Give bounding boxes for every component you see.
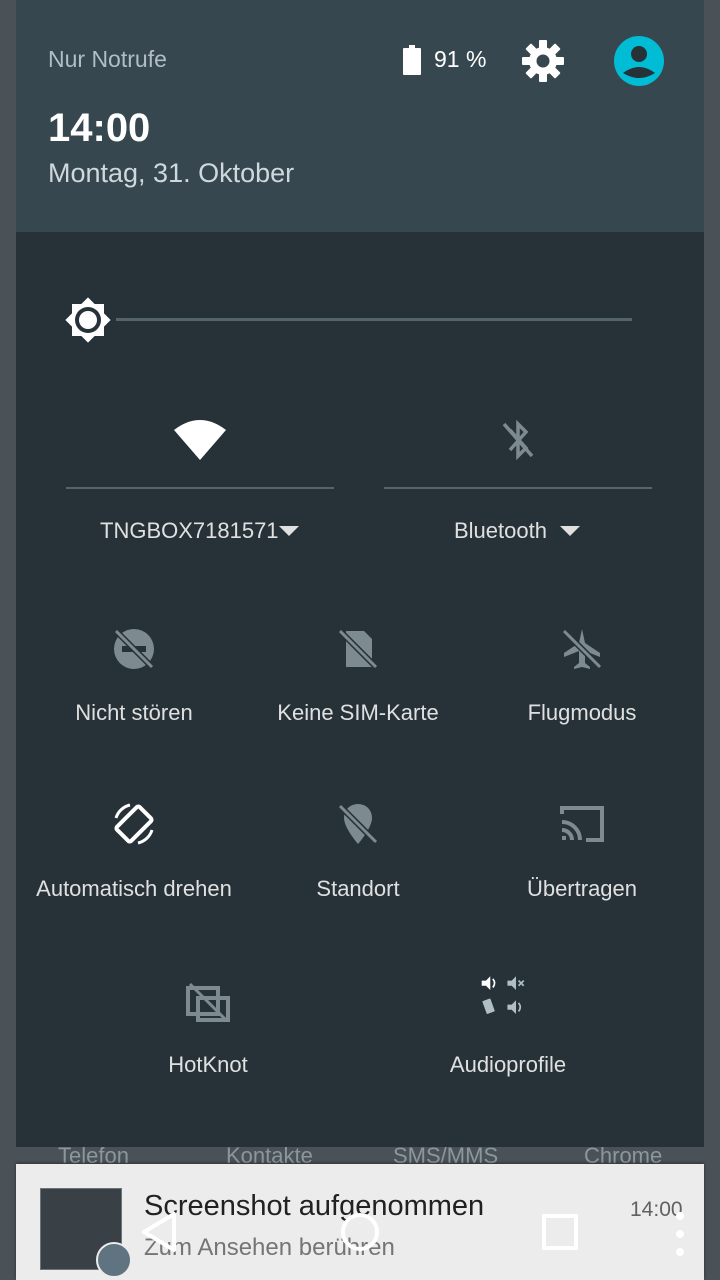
quick-settings-panel: Nur Notrufe 91 % 14:00 Montag, 31. Oktob… [16,0,704,1147]
brightness-slider[interactable] [116,318,632,321]
brightness-icon[interactable] [60,292,116,348]
bluetooth-disabled-icon[interactable] [490,412,546,468]
tile-label[interactable]: Übertragen [462,876,702,902]
audio-profiles-icon[interactable] [480,972,528,1020]
tile-label[interactable]: Nicht stören [16,700,254,726]
tile-label[interactable]: Keine SIM-Karte [238,700,478,726]
do-not-disturb-off-icon[interactable] [110,625,158,673]
tile-label[interactable]: Flugmodus [462,700,702,726]
clock-date: Montag, 31. Oktober [48,158,295,188]
bluetooth-label[interactable]: Bluetooth [454,518,547,544]
tile-label[interactable]: Standort [238,876,478,902]
tile-label[interactable]: Audioprofile [388,1052,628,1078]
user-avatar-icon[interactable] [613,35,665,87]
recents-icon[interactable] [536,1208,584,1256]
tile-label[interactable]: HotKnot [88,1052,328,1078]
clock-time: 14:00 [48,106,151,150]
hotknot-icon[interactable] [184,978,232,1026]
battery-percent: 91 % [434,46,487,72]
quick-settings-header: Nur Notrufe 91 % 14:00 Montag, 31. Oktob… [16,0,704,232]
wifi-divider [66,487,334,489]
tile-label[interactable]: Automatisch drehen [16,876,254,902]
overflow-menu-icon[interactable] [670,1210,690,1260]
wifi-dropdown-caret-icon[interactable] [279,526,299,536]
home-icon[interactable] [336,1208,384,1256]
auto-rotate-icon[interactable] [110,800,158,848]
location-off-icon[interactable] [334,800,382,848]
airplane-off-icon[interactable] [558,625,606,673]
wifi-network-label[interactable]: TNGBOX7181571 [100,518,279,544]
bluetooth-divider [384,487,652,489]
back-icon[interactable] [136,1208,184,1256]
bluetooth-dropdown-caret-icon[interactable] [560,526,580,536]
no-sim-icon[interactable] [334,625,382,673]
battery-icon [403,45,421,75]
carrier-label: Nur Notrufe [48,46,167,72]
settings-gear-icon[interactable] [521,39,565,83]
navigation-bar [0,1192,720,1280]
wifi-icon[interactable] [172,412,228,468]
cast-icon[interactable] [558,800,606,848]
